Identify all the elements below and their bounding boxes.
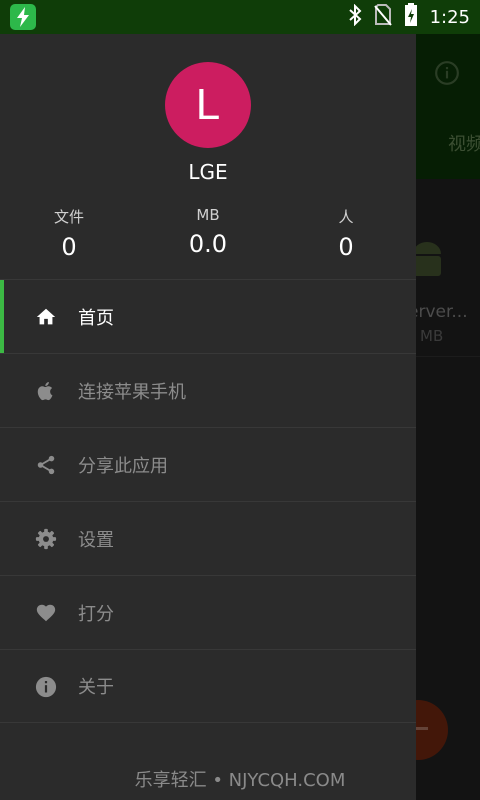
drawer-header: L LGE 文件 0 MB 0.0 人 0 <box>0 34 416 279</box>
stat-people-label: 人 <box>338 208 354 226</box>
menu-item-home[interactable]: 首页 <box>0 279 416 354</box>
menu-item-label: 打分 <box>78 603 114 625</box>
gear-icon <box>34 527 58 551</box>
menu-item-connect-iphone[interactable]: 连接苹果手机 <box>0 353 416 427</box>
stats-row: 文件 0 MB 0.0 人 0 <box>0 206 416 276</box>
share-icon <box>34 453 58 477</box>
apple-icon <box>34 379 58 403</box>
navigation-drawer: L LGE 文件 0 MB 0.0 人 0 首页 连接苹果手机 分享此应用 设置… <box>0 34 416 800</box>
stat-people-value: 0 <box>338 233 354 261</box>
heart-icon <box>34 601 58 625</box>
home-icon <box>34 305 58 329</box>
stat-mb: MB 0.0 <box>148 206 268 258</box>
status-time: 1:25 <box>429 6 470 28</box>
stat-mb-value: 0.0 <box>188 230 228 258</box>
info-icon <box>34 675 58 699</box>
menu-item-settings[interactable]: 设置 <box>0 501 416 575</box>
avatar[interactable]: L <box>165 62 251 148</box>
status-bar: 1:25 <box>0 0 480 34</box>
menu-item-label: 关于 <box>78 677 114 698</box>
charging-app-icon <box>10 4 36 30</box>
menu-item-label: 分享此应用 <box>78 455 168 477</box>
menu-item-rate[interactable]: 打分 <box>0 575 416 649</box>
user-name: LGE <box>188 160 228 184</box>
menu-item-label: 首页 <box>78 307 114 329</box>
menu-item-label: 设置 <box>78 529 114 551</box>
menu-item-share-app[interactable]: 分享此应用 <box>0 427 416 501</box>
drawer-menu: 首页 连接苹果手机 分享此应用 设置 打分 关于 <box>0 279 416 723</box>
stat-files: 文件 0 <box>9 206 129 261</box>
stat-files-label: 文件 <box>53 208 84 226</box>
bluetooth-icon <box>348 3 362 30</box>
stat-mb-label: MB <box>196 206 220 224</box>
screen: 视频 erver... MB 1:25 L LGE 文件 0 MB 0.0 人 … <box>0 0 480 800</box>
watermark: 乐享轻汇 • NJYCQH.COM <box>134 770 346 791</box>
battery-charging-icon <box>404 3 418 31</box>
avatar-letter: L <box>195 80 221 129</box>
stat-people: 人 0 <box>286 206 406 261</box>
menu-item-about[interactable]: 关于 <box>0 649 416 723</box>
stat-files-value: 0 <box>61 233 77 261</box>
menu-item-label: 连接苹果手机 <box>78 381 186 403</box>
no-sim-icon <box>373 4 392 30</box>
active-indicator <box>0 280 4 354</box>
